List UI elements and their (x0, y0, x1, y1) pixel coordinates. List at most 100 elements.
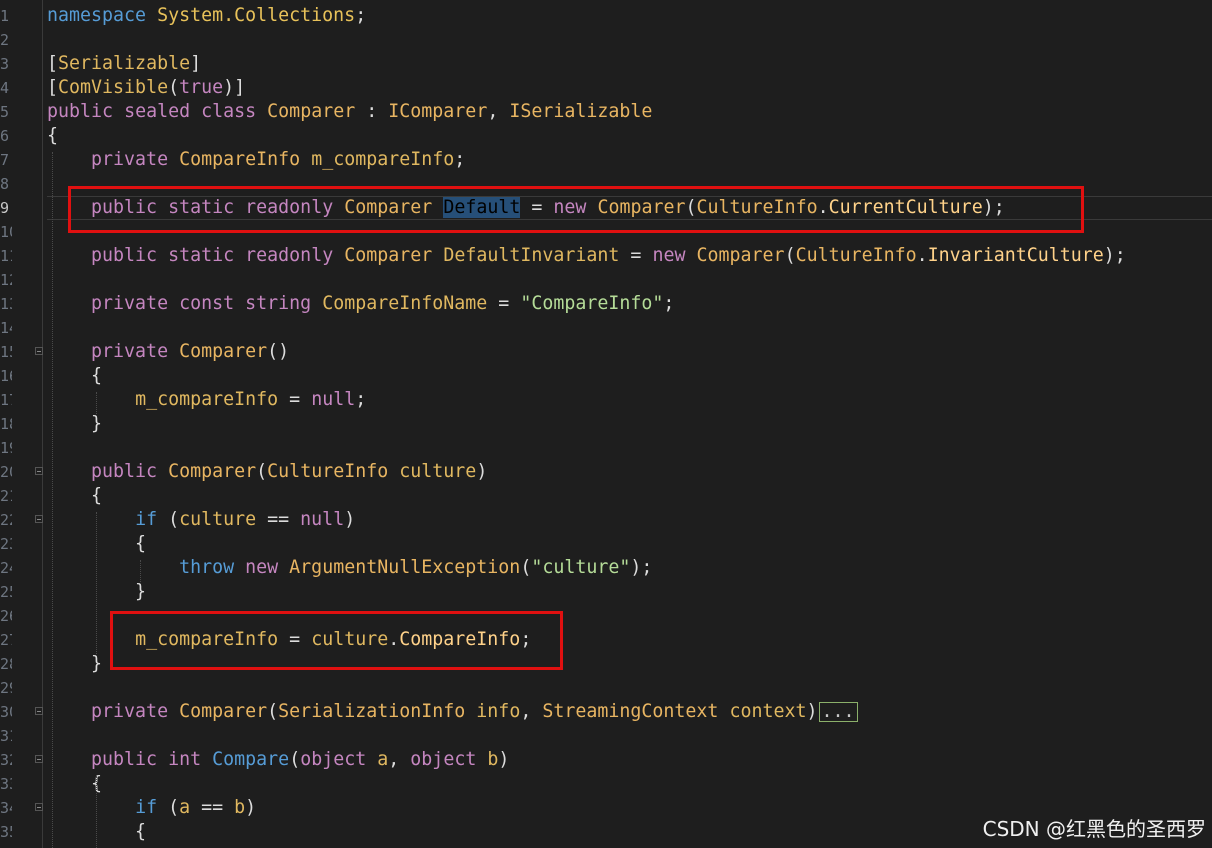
code-line[interactable]: 11 public static readonly Comparer Defau… (0, 244, 1212, 268)
code-token: , (388, 749, 411, 770)
code-line[interactable]: 31 (0, 724, 1212, 748)
code-token: "CompareInfo" (520, 293, 664, 314)
line-number: 13 (0, 295, 12, 313)
code-line[interactable]: 14 (0, 316, 1212, 340)
code-line[interactable]: 33 { (0, 772, 1212, 796)
code-token: readonly (245, 245, 334, 266)
collapsed-region-button[interactable]: ... (818, 702, 858, 722)
code-line[interactable]: 20 public Comparer(CultureInfo culture) (0, 460, 1212, 484)
code-line[interactable]: 2 (0, 28, 1212, 52)
highlight-box-default (68, 186, 1084, 233)
code-line[interactable]: 19 (0, 436, 1212, 460)
code-line[interactable]: 6{ (0, 124, 1212, 148)
code-text: throw new ArgumentNullException("culture… (47, 556, 652, 580)
code-token: ( (256, 461, 268, 482)
code-line[interactable]: 3 [Serializable] (0, 52, 1212, 76)
code-line[interactable]: 21 { (0, 484, 1212, 508)
code-token: SerializationInfo (278, 701, 466, 722)
code-token: ArgumentNullException (289, 557, 521, 578)
code-line[interactable]: 18 } (0, 412, 1212, 436)
line-number: 2 (0, 31, 10, 49)
line-number: 27 (0, 631, 12, 649)
fold-toggle-icon[interactable] (35, 347, 43, 355)
code-token: )] (223, 77, 246, 98)
code-token: ( (157, 509, 180, 530)
fold-toggle-icon[interactable] (35, 515, 43, 523)
code-token: () (267, 341, 290, 362)
code-token: { (47, 485, 103, 506)
line-number: 32 (0, 751, 12, 769)
code-token: ) (344, 509, 356, 530)
code-line[interactable]: 22 if (culture == null) (0, 508, 1212, 532)
code-line[interactable]: 17 m_compareInfo = null; (0, 388, 1212, 412)
code-line[interactable]: 12 (0, 268, 1212, 292)
code-text: private Comparer(SerializationInfo info,… (47, 700, 858, 724)
code-token: ); (630, 557, 653, 578)
code-line[interactable]: 15 private Comparer() (0, 340, 1212, 364)
code-token: culture (179, 509, 257, 530)
line-number: 14 (0, 319, 12, 337)
code-editor[interactable]: 1 namespace System.Collections; 2 3 [Seriali… (0, 0, 1212, 848)
code-token: ( (157, 797, 180, 818)
code-token: ] (190, 53, 202, 74)
fold-toggle-icon[interactable] (35, 467, 43, 475)
line-number: 28 (0, 655, 12, 673)
code-line[interactable]: 24 throw new ArgumentNullException("cult… (0, 556, 1212, 580)
fold-toggle-icon[interactable] (35, 755, 43, 763)
line-number: 12 (0, 271, 12, 289)
code-line[interactable]: 1 namespace System.Collections; (0, 4, 1212, 28)
code-token: namespace (47, 5, 147, 26)
code-token: private (91, 293, 169, 314)
fold-toggle-icon[interactable] (35, 707, 43, 715)
code-text: } (47, 652, 102, 676)
code-line[interactable]: 29 (0, 676, 1212, 700)
code-token: public (91, 461, 158, 482)
code-line[interactable]: 7 private CompareInfo m_compareInfo; (0, 148, 1212, 172)
line-number: 18 (0, 415, 12, 433)
line-number: 1 (0, 7, 10, 25)
code-text: if (culture == null) (47, 508, 355, 532)
indent-guide (140, 560, 141, 584)
code-token: { (47, 365, 103, 386)
fold-toggle-icon[interactable] (35, 803, 43, 811)
code-text: private CompareInfo m_compareInfo; (47, 148, 465, 172)
line-number: 17 (0, 391, 12, 409)
line-number: 24 (0, 559, 12, 577)
indent-guide (96, 512, 97, 656)
line-number: 35 (0, 823, 12, 841)
code-token: ( (520, 557, 532, 578)
code-line[interactable]: 25 } (0, 580, 1212, 604)
code-token: context (729, 701, 807, 722)
code-token: true (179, 77, 224, 98)
code-token: Comparer (344, 245, 433, 266)
code-line[interactable]: 13 private const string CompareInfoName … (0, 292, 1212, 316)
code-line[interactable]: 5 public sealed class Comparer : ICompare… (0, 100, 1212, 124)
code-token: static (168, 245, 235, 266)
code-line[interactable]: 4 [ComVisible(true)] (0, 76, 1212, 100)
code-line[interactable]: 32 public int Compare(object a, object b… (0, 748, 1212, 772)
code-line[interactable]: 23 { (0, 532, 1212, 556)
code-line[interactable]: 30 private Comparer(SerializationInfo in… (0, 700, 1212, 724)
indent-guide (52, 152, 53, 848)
code-token: sealed (124, 101, 191, 122)
code-token: int (168, 749, 202, 770)
code-token: null (311, 389, 356, 410)
code-token: : (355, 101, 389, 122)
code-token: ( (267, 701, 279, 722)
line-number: 20 (0, 463, 12, 481)
code-line[interactable]: 16 { (0, 364, 1212, 388)
